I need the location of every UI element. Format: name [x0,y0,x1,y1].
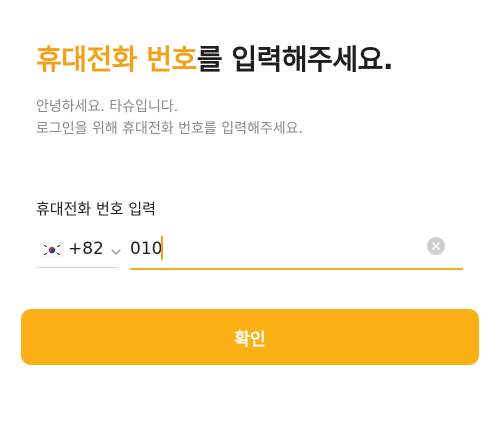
chevron-down-icon [110,243,122,255]
phone-number-field [130,230,463,270]
country-code-value: +82 [68,238,104,259]
intro-line-greeting: 안녕하세요. 타슈입니다. [36,99,179,115]
phone-field-label: 휴대전화 번호 입력 [36,200,156,218]
close-icon [432,242,440,250]
page-title-rest: 를 입력해주세요. [196,43,394,76]
phone-login-screen: 휴대전화 번호를 입력해주세요. 안녕하세요. 타슈입니다. 로그인을 위해 휴… [0,0,500,425]
intro-line-instruction: 로그인을 위해 휴대전화 번호를 입력해주세요. [36,121,303,137]
page-title: 휴대전화 번호를 입력해주세요. [36,38,394,78]
confirm-button[interactable]: 확인 [21,309,479,365]
country-code-select[interactable]: +82 [36,230,121,268]
clear-input-button[interactable] [427,237,445,255]
south-korea-flag-icon [41,242,63,257]
text-cursor [161,236,163,260]
phone-number-input[interactable] [130,234,420,264]
page-title-highlight: 휴대전화 번호 [36,43,197,76]
intro-text: 안녕하세요. 타슈입니다. 로그인을 위해 휴대전화 번호를 입력해주세요. [36,96,303,140]
